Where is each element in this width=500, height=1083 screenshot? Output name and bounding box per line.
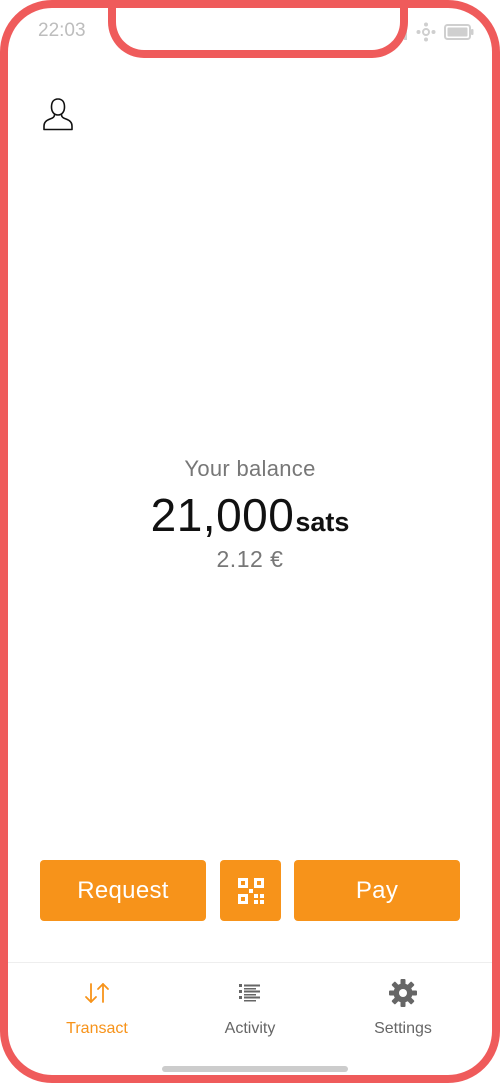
action-buttons: Request Pay — [40, 860, 460, 921]
profile-icon[interactable] — [42, 96, 74, 132]
balance-unit: sats — [295, 507, 350, 537]
transact-arrows-icon — [85, 983, 109, 1003]
balance-value: 21,000 — [150, 489, 295, 541]
balance-fiat-value: 2.12 € — [216, 546, 284, 572]
tab-transact-label: Transact — [66, 1020, 128, 1037]
tab-settings[interactable]: Settings — [328, 978, 478, 1038]
balance-label: Your balance — [184, 456, 316, 481]
balance-section: Your balance 21,000 sats 2.12 € — [8, 456, 492, 573]
tab-transact[interactable]: Transact — [22, 978, 172, 1038]
list-icon — [239, 984, 260, 1002]
gear-icon — [389, 979, 417, 1007]
scan-qr-button[interactable] — [220, 860, 281, 921]
tab-settings-label: Settings — [374, 1020, 432, 1037]
request-button[interactable]: Request — [40, 860, 206, 921]
tab-activity-label: Activity — [224, 1020, 276, 1037]
tab-bar: Transact Activity Settings — [8, 978, 492, 1048]
network-icon — [416, 22, 436, 42]
home-indicator — [162, 1066, 348, 1072]
battery-icon — [444, 24, 474, 40]
pay-button[interactable]: Pay — [294, 860, 460, 921]
device-frame: 22:03 Your balance 21,000 sats 2.12 € Re… — [0, 0, 500, 1083]
tabbar-divider — [8, 962, 492, 963]
tab-activity[interactable]: Activity — [175, 978, 325, 1038]
device-notch — [108, 8, 408, 58]
qr-code-icon — [237, 877, 264, 904]
balance-amount: 21,000 sats — [8, 488, 492, 542]
status-time: 22:03 — [38, 20, 86, 41]
